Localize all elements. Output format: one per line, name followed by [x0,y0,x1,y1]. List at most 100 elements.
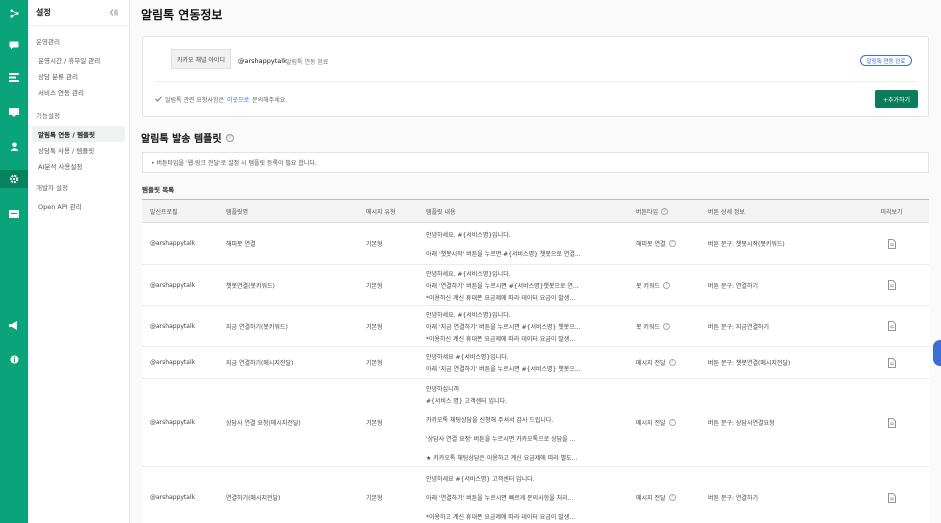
template-list-label: 템플릿 목록 [142,186,175,194]
cell-message-type: 기본형 [366,323,383,331]
cell-button-detail: 버튼 문구: 지금연결하기 [708,323,770,331]
content-line: *이용하신 계신 휴대폰 요금제에 따라 데이터 요금이 발생... [426,335,576,343]
cell-content: 안녕하세요. #{서비스명}입니다. 아래 '연결하기' 버튼을 누르시면 #{서… [418,265,628,305]
table-row[interactable]: @arshappytalk 지금 연결하기(봇키워드) 기본형 안녕하세요. #{서비… [142,306,929,347]
table-row[interactable]: @arshappytalk 연결하기(메시지전달) 기본형 안녕하세요 #{서비스명}… [142,467,929,523]
templates-title: 알림톡 발송 템플릿 [141,134,222,145]
sidebar-item-open-api[interactable]: Open API 관리 [28,198,129,214]
content-line: 카카오톡 채팅상담을 신청해 주셔서 감사 드립니다. [426,416,554,424]
support-link[interactable]: 이곳으로 [227,95,249,104]
cell-profile: @arshappytalk [150,322,196,330]
support-notice: 알림톡 관련 요청사항은 이곳으로 문의해주세요. [155,95,287,104]
channel-status: 알림톡 연동 완료 [286,59,329,66]
cell-button-type: 해피봇 연결? [628,223,700,264]
template-table: 발신프로필 템플릿명 메시지 유형 템플릿 내용 버튼타입 ? 버튼 상세 정보… [142,199,929,523]
templates-section-title: 알림톡 발송 템플릿 ? [141,130,234,145]
cell-template-name: 해피봇 연결 [226,241,256,248]
content-line: *이용하신 계신 휴대폰 요금제에 따라 데이터 요금이 발생... [426,294,576,302]
flow-icon[interactable] [7,6,21,20]
sidebar-item-categories[interactable]: 상담 분류 관리 [28,68,129,84]
gear-icon[interactable] [0,170,28,188]
col-profile: 발신프로필 [150,208,178,216]
cell-preview [854,467,929,523]
content-line: 아래 '연결하기' 버튼을 누르시면 빠르게 문의사항을 처리... [426,495,574,502]
preview-document-icon[interactable] [887,280,896,290]
sidebar-item-hours[interactable]: 운영시간 / 휴무일 관리 [28,52,129,68]
sidebar-group-developer: 개발자 설정 [36,184,68,192]
info-icon[interactable] [7,352,21,366]
channel-id-label: 카카오 채널 아이디 [171,49,231,69]
button-help-icon[interactable]: ? [668,240,676,247]
cell-button-detail: 버튼 문구: 챗봇연결(메시지전달) [708,360,791,367]
button-type-value: 메시지 전달 [636,495,666,502]
sidebar-group-operation: 운영관리 [36,38,60,46]
button-type-help-icon[interactable]: ? [661,207,669,215]
help-icon[interactable]: ? [225,133,234,142]
table-body: @arshappytalk 해피봇 연결기본형 안녕하세요. #{서비스명}입니다.… [142,223,929,523]
col-button-type: 버튼타입 ? [628,207,700,216]
card-icon[interactable] [7,207,21,221]
notice-prefix: 알림톡 관련 요청사항은 [165,97,225,104]
chat-icon[interactable] [7,38,21,52]
preview-document-icon[interactable] [887,492,896,503]
preview-document-icon[interactable] [887,238,896,249]
template-info-box: • 버튼타입을 '웹 링크 전달'로 설정 시 템플릿 등록이 필요 합니다. [142,152,929,173]
cell-button-type: 메시지 전달? [628,467,700,523]
collapse-sidebar-icon[interactable] [107,7,121,19]
chat-widget-button[interactable] [933,340,941,366]
list-icon[interactable] [7,70,21,84]
card-divider [155,81,916,82]
col-template-name: 템플릿명 [226,208,249,216]
user-icon[interactable] [7,139,21,153]
cell-preview [854,379,929,466]
preview-document-icon[interactable] [887,357,896,368]
cell-content: 안녕하세요. #{서비스명}입니다. 아래 '챗봇시작' 버튼을 누르면 #{서비… [418,223,628,264]
button-help-icon[interactable]: ? [663,322,670,330]
icon-rail [0,0,28,523]
preview-document-icon[interactable] [887,321,896,331]
cell-template-name: 지금 연결하기(메시지전달) [226,360,294,367]
sidebar-item-ai-analysis[interactable]: AI분석 사용설정 [28,158,129,174]
cell-template-name: 상담사 연결 요청(메시지전달) [226,420,301,427]
cell-content: 안녕하세요 #{서비스명}입니다. 아래 '지금 연결하기' 버튼을 누르시면 #… [418,347,628,378]
cell-preview [854,223,929,264]
cell-button-type: 메시지 전달? [628,379,700,466]
cell-message-type: 기본형 [366,282,383,290]
megaphone-icon[interactable] [7,318,21,332]
preview-document-icon[interactable] [887,417,896,428]
table-row[interactable]: @arshappytalk 해피봇 연결 기본형 안녕하세요. #{서비스명}입니다.… [142,223,929,265]
cell-preview [854,347,929,378]
sidebar-header: 설정 [28,0,129,26]
cell-content: 안녕하세요 #{서비스명} 고객센터 입니다. 아래 '연결하기' 버튼을 누르시… [418,467,628,523]
button-help-icon[interactable]: ? [668,419,676,426]
button-help-icon[interactable]: ? [668,359,676,366]
button-help-icon[interactable]: ? [663,281,670,289]
button-help-icon[interactable]: ? [668,494,676,501]
sidebar-group-features: 기능설정 [36,112,60,120]
button-type-value: 메시지 전달 [636,360,666,367]
sidebar-item-service-integration[interactable]: 서비스 연동 관리 [28,84,129,100]
add-button[interactable]: +추가하기 [875,90,918,108]
sidebar-item-alimtalk[interactable]: 알림톡 연동 / 템플릿 [32,126,125,142]
cell-message-type: 기본형 [366,420,383,427]
cell-profile: @arshappytalk [150,359,196,366]
message-icon[interactable] [7,105,21,119]
cell-button-type: 봇 키워드? [628,306,700,346]
cell-preview [854,306,929,346]
table-row[interactable]: @arshappytalk 상담사 연결 요청(메시지전달) 기본형 안녕하십니까 #{… [142,379,929,467]
cell-button-type: 메시지 전달? [628,347,700,378]
page-title: 알림톡 연동정보 [141,8,223,22]
table-row[interactable]: @arshappytalk 지금 연결하기(메시지전달) 기본형 안녕하세요 #{서비… [142,347,929,379]
content-line: '상담사 연결 요청' 버튼을 누르시면 카카오톡으로 상담을 ... [426,435,576,443]
content-line: 안녕하세요 #{서비스명} 고객센터 입니다. [426,476,535,483]
table-row[interactable]: @arshappytalk 챗봇연결(봇키워드) 기본형 안녕하세요. #{서비스명}… [142,265,929,306]
cell-button-detail: 버튼 문구: 챗봇시작(봇키워드) [708,241,785,248]
content-line: 아래 '연결하기' 버튼을 누르시면 #{서비스명}챗봇으로 연... [426,282,579,290]
channel-id: @arshappytalk [238,57,287,65]
content-line: 안녕하세요. #{서비스명}입니다. [426,231,511,239]
cell-message-type: 기본형 [366,360,383,367]
content-line: 안녕하세요 #{서비스명}입니다. [426,354,509,361]
sidebar-item-sangdamtalk[interactable]: 상담톡 사용 / 템플릿 [28,142,129,158]
col-preview: 미리보기 [880,208,903,216]
button-type-value: 봇 키워드 [636,282,660,290]
